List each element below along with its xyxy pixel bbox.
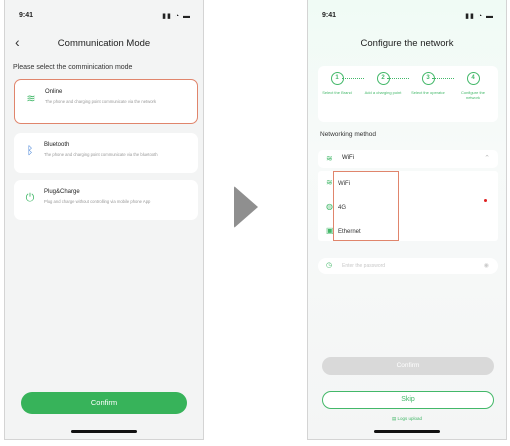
step-3: 3 Select the operator: [409, 72, 447, 95]
logs-upload-link[interactable]: ▤ Logs upload: [308, 416, 506, 422]
status-icons: ▮▮ ◔ ▬: [465, 13, 494, 20]
step-number: 3: [421, 72, 435, 85]
lock-icon: ◷: [326, 262, 333, 269]
progress-steps: 1 Select the Brand 2 Add a charging poin…: [318, 66, 498, 122]
indicator-dot: [484, 199, 487, 202]
status-time: 9:41: [19, 12, 34, 19]
chevron-up-icon: ⌃: [484, 155, 490, 162]
selected-method-value: WiFi: [342, 155, 354, 161]
step-label: Add a charging point: [364, 90, 402, 95]
skip-button[interactable]: Skip: [322, 391, 494, 409]
option-title: Bluetooth: [44, 142, 70, 148]
status-icons: ▮▮ ◔ ▬: [162, 13, 191, 20]
option-title: Plug&Charge: [44, 189, 80, 195]
next-arrow-icon: [234, 186, 258, 228]
option-plug-charge-card[interactable]: ⏻ Plug&Charge Plug and charge without co…: [14, 180, 198, 220]
bluetooth-icon: ᛒ: [26, 145, 34, 157]
step-number: 1: [330, 72, 344, 85]
step-1: 1 Select the Brand: [318, 72, 356, 95]
page-title: Communication Mode: [57, 38, 151, 49]
status-time: 9:41: [322, 12, 337, 19]
password-field[interactable]: ◷ Enter the password ◉: [318, 258, 498, 274]
wifi-icon: ≋: [26, 93, 36, 105]
option-online-card[interactable]: ≋ Online The phone and charging point co…: [14, 79, 198, 124]
option-description: The phone and charging point communicate…: [45, 99, 157, 104]
step-label: Select the operator: [411, 90, 445, 95]
phone-screen-communication-mode: 9:41 ▮▮ ◔ ▬ ‹ Communication Mode Please …: [4, 0, 204, 440]
options-highlight-box: [333, 171, 399, 241]
plug-icon: ⏻: [25, 192, 35, 204]
home-indicator: [374, 430, 440, 433]
step-2: 2 Add a charging point: [364, 72, 402, 95]
page-title: Configure the network: [360, 38, 454, 49]
confirm-button[interactable]: Confirm: [322, 357, 494, 375]
prompt-text: Please select the comminication mode: [13, 64, 133, 71]
step-label: Configure the network: [460, 90, 485, 100]
step-number: 2: [376, 72, 390, 85]
option-bluetooth-card[interactable]: ᛒ Bluetooth The phone and charging point…: [14, 133, 198, 173]
step-number: 4: [466, 72, 480, 85]
option-description: Plug and charge without controlling via …: [44, 199, 151, 204]
step-label: Select the Brand: [322, 90, 352, 95]
password-placeholder: Enter the password: [342, 263, 386, 269]
wifi-icon: ≋: [326, 154, 333, 163]
confirm-button[interactable]: Confirm: [21, 392, 187, 414]
logs-upload-label: Logs upload: [397, 416, 423, 421]
step-4: 4 Configure the network: [454, 72, 492, 100]
option-title: Online: [45, 89, 63, 95]
networking-method-select[interactable]: ≋ WiFi ⌃: [318, 150, 498, 168]
networking-method-label: Networking method: [320, 131, 376, 138]
option-description: The phone and charging point communicate…: [44, 152, 158, 157]
phone-screen-configure-network: 9:41 ▮▮ ◔ ▬ Configure the network 1 Sele…: [307, 0, 507, 440]
home-indicator: [71, 430, 137, 433]
eye-icon[interactable]: ◉: [484, 262, 489, 269]
